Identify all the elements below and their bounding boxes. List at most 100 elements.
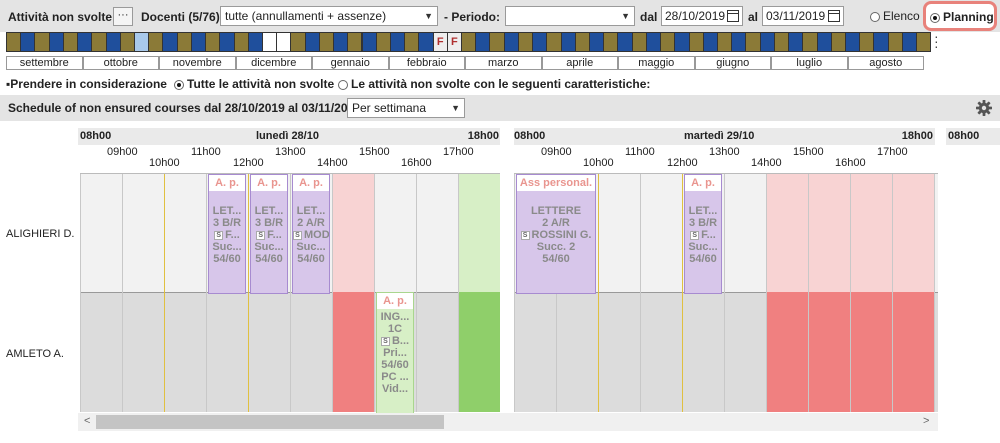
week-cell[interactable] xyxy=(802,32,818,52)
week-cell[interactable] xyxy=(731,32,747,52)
week-cell[interactable] xyxy=(389,32,406,52)
week-cell[interactable] xyxy=(304,32,320,52)
course-line-text: 54/60 xyxy=(255,253,283,265)
scrollbar-thumb[interactable] xyxy=(96,415,444,429)
week-cell[interactable] xyxy=(788,32,804,52)
week-cell[interactable] xyxy=(475,32,491,52)
page-title: Attività non svolte xyxy=(8,10,113,24)
day-separator xyxy=(500,128,514,413)
horizontal-scrollbar[interactable]: < > xyxy=(78,413,938,431)
course-line-text: ROSSINI G. xyxy=(531,229,592,241)
week-cell[interactable] xyxy=(503,32,519,52)
week-cell[interactable] xyxy=(375,32,391,52)
week-cell[interactable] xyxy=(290,32,306,52)
consider-filtered-radio[interactable]: Le attività non svolte con le seguenti c… xyxy=(338,77,650,91)
week-cell[interactable] xyxy=(205,32,221,52)
week-cell[interactable] xyxy=(219,32,235,52)
week-cell[interactable] xyxy=(603,32,619,52)
week-cell[interactable] xyxy=(589,32,605,52)
periodo-select[interactable]: ▼ xyxy=(505,6,635,26)
week-cell[interactable] xyxy=(176,32,192,52)
holiday-marker[interactable]: F xyxy=(432,32,448,52)
week-cell[interactable] xyxy=(560,32,576,52)
week-cell[interactable] xyxy=(148,32,164,52)
hour-gridline xyxy=(164,174,165,412)
week-cell[interactable] xyxy=(887,32,903,52)
week-cell[interactable] xyxy=(745,32,761,52)
view-planning-radio[interactable]: Planning xyxy=(923,1,997,31)
course-block[interactable]: A. p. LET... 3 B/R S F... Suc... 54/60 xyxy=(684,174,722,294)
gear-icon[interactable] xyxy=(975,99,993,117)
course-line-text: LET... xyxy=(688,205,718,217)
week-cell[interactable] xyxy=(574,32,591,52)
course-block[interactable]: Ass personal. LETTERE 2 A/R S ROSSINI G. Succ… xyxy=(516,174,596,294)
calendar-icon[interactable] xyxy=(828,10,840,22)
course-block[interactable]: A. p. LET... 2 A/R S MOD Suc... 54/60 xyxy=(292,174,330,294)
scroll-left-icon[interactable]: < xyxy=(84,415,90,427)
course-block[interactable]: A. p. LET... 3 B/R S F... Suc... 54/60 xyxy=(250,174,288,294)
course-line: LETTERE xyxy=(517,205,595,217)
grouping-select[interactable]: Per settimana ▼ xyxy=(347,98,465,118)
week-cell[interactable] xyxy=(404,32,420,52)
week-cell[interactable] xyxy=(20,32,36,52)
week-cell[interactable] xyxy=(77,32,93,52)
week-cell[interactable] xyxy=(162,32,178,52)
date-from-input[interactable]: 28/10/2019 xyxy=(661,6,743,26)
week-cell[interactable] xyxy=(546,32,562,52)
week-cell[interactable] xyxy=(517,32,534,52)
week-cell[interactable] xyxy=(859,32,875,52)
week-cell[interactable] xyxy=(617,32,633,52)
week-cell[interactable] xyxy=(489,32,505,52)
week-cell[interactable] xyxy=(62,32,79,52)
week-cell[interactable] xyxy=(645,32,662,52)
week-cell[interactable] xyxy=(233,32,249,52)
holiday-marker[interactable]: F xyxy=(446,32,463,52)
periodo-label: - Periodo: xyxy=(444,10,501,24)
week-cell[interactable] xyxy=(660,32,676,52)
week-cell[interactable] xyxy=(247,32,263,52)
week-cell[interactable] xyxy=(361,32,377,52)
date-to-input[interactable]: 03/11/2019 xyxy=(762,6,844,26)
week-cell[interactable] xyxy=(461,32,477,52)
week-cell[interactable] xyxy=(133,32,150,52)
week-cell[interactable] xyxy=(276,32,292,52)
week-cell[interactable] xyxy=(347,32,363,52)
scroll-right-icon[interactable]: > xyxy=(923,415,929,427)
week-cell[interactable] xyxy=(816,32,832,52)
course-line-text: F... xyxy=(701,229,716,241)
week-cell[interactable] xyxy=(916,32,932,52)
week-cell[interactable] xyxy=(873,32,889,52)
view-elenco-radio[interactable]: Elenco xyxy=(870,9,920,23)
hour-tick-label: 11h00 xyxy=(191,146,221,158)
week-cell[interactable] xyxy=(717,32,733,52)
week-cell[interactable] xyxy=(91,32,107,52)
week-cell[interactable] xyxy=(105,32,121,52)
week-cell[interactable] xyxy=(759,32,775,52)
calendar-icon[interactable] xyxy=(727,10,739,22)
more-options-button[interactable]: ··· xyxy=(113,7,133,26)
week-cell[interactable] xyxy=(261,32,278,52)
week-cell[interactable] xyxy=(6,32,22,52)
week-cell[interactable] xyxy=(119,32,135,52)
week-cell[interactable] xyxy=(34,32,50,52)
week-cell[interactable] xyxy=(702,32,718,52)
week-cell[interactable] xyxy=(631,32,647,52)
course-block[interactable]: A. p. ING... 1C S B... Pri... 54/60 PC ... Vid..… xyxy=(376,292,414,414)
week-cell[interactable] xyxy=(773,32,790,52)
week-cell[interactable] xyxy=(190,32,207,52)
week-cell[interactable] xyxy=(674,32,690,52)
week-cell[interactable] xyxy=(901,32,918,52)
course-block[interactable]: A. p. LET... 3 B/R S F... Suc... 54/60 xyxy=(208,174,246,294)
week-cell[interactable] xyxy=(688,32,704,52)
chevron-down-icon: ▼ xyxy=(424,11,433,21)
week-cell[interactable] xyxy=(333,32,349,52)
week-cell[interactable] xyxy=(532,32,548,52)
week-cell[interactable] xyxy=(418,32,434,52)
consider-all-radio[interactable]: Tutte le attività non svolte xyxy=(174,77,334,91)
week-cell[interactable] xyxy=(844,32,861,52)
strip-menu-icon[interactable]: · · · xyxy=(934,29,939,53)
week-cell[interactable] xyxy=(318,32,335,52)
week-cell[interactable] xyxy=(48,32,64,52)
week-cell[interactable] xyxy=(830,32,846,52)
filter-select[interactable]: tutte (annullamenti + assenze) ▼ xyxy=(220,6,438,26)
